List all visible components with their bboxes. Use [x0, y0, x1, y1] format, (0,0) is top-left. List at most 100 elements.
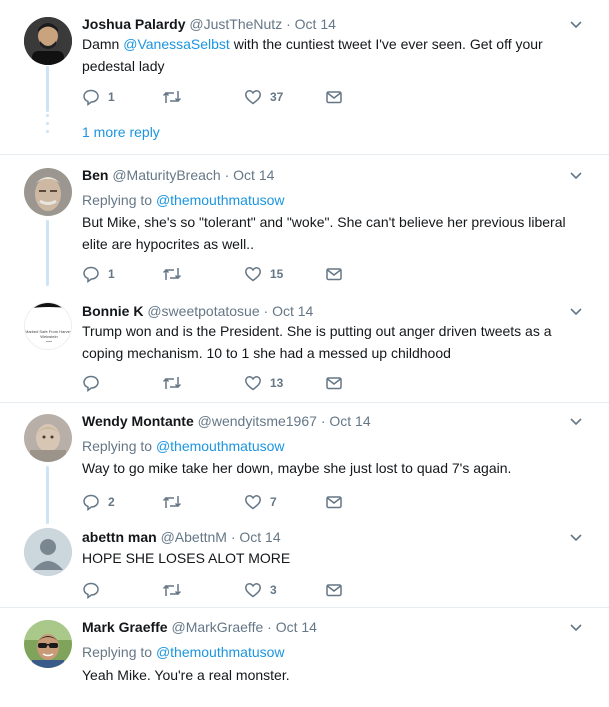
like-icon [244, 88, 262, 106]
more-replies-link[interactable]: 1 more reply [82, 124, 160, 140]
reply-button[interactable] [82, 580, 100, 600]
tweet-actions: 2 7 [82, 492, 382, 512]
user-handle[interactable]: @MaturityBreach [112, 167, 220, 183]
display-name[interactable]: Wendy Montante [82, 413, 194, 429]
like-button[interactable]: 13 [244, 373, 283, 393]
tweet-text: HOPE SHE LOSES ALOT MORE [82, 550, 291, 566]
message-icon [325, 581, 343, 599]
divider [0, 154, 609, 155]
chevron-down-icon[interactable] [569, 168, 583, 182]
like-button[interactable]: 37 [244, 87, 283, 107]
user-handle[interactable]: @sweetpotatosue [147, 303, 259, 319]
like-count: 7 [270, 495, 277, 509]
avatar[interactable] [24, 528, 72, 576]
display-name[interactable]: Joshua Palardy [82, 16, 186, 32]
display-name[interactable]: Ben [82, 167, 108, 183]
timestamp[interactable]: · Oct 14 [231, 529, 281, 545]
mention-link[interactable]: @VanessaSelbst [123, 36, 230, 52]
tweet-header: Mark Graeffe @MarkGraeffe · Oct 14 [82, 618, 317, 636]
avatar-caption-line: Weinstein [40, 334, 58, 339]
retweet-button[interactable] [162, 580, 182, 600]
reply-count: 2 [108, 495, 115, 509]
avatar[interactable] [24, 620, 72, 668]
reply-button[interactable]: 1 [82, 264, 115, 284]
chevron-down-icon[interactable] [569, 304, 583, 318]
message-button[interactable] [325, 492, 343, 512]
reply-icon [82, 493, 100, 511]
avatar[interactable] [24, 17, 72, 65]
retweet-button[interactable] [162, 264, 182, 284]
display-name[interactable]: Mark Graeffe [82, 619, 168, 635]
replying-to-link[interactable]: @themouthmatusow [156, 644, 285, 660]
tweet-text: Damn @VanessaSelbst with the cuntiest tw… [82, 36, 543, 74]
retweet-icon [162, 581, 182, 599]
thread-line [46, 66, 49, 112]
retweet-icon [162, 374, 182, 392]
reply-icon [82, 265, 100, 283]
reply-button[interactable] [82, 373, 100, 393]
message-button[interactable] [325, 87, 343, 107]
timestamp[interactable]: · Oct 14 [321, 413, 371, 429]
timestamp[interactable]: · Oct 14 [264, 303, 314, 319]
chevron-down-icon[interactable] [569, 530, 583, 544]
user-handle[interactable]: @JustTheNutz [189, 16, 282, 32]
tweet-actions: 1 15 [82, 264, 382, 284]
reply-button[interactable]: 2 [82, 492, 115, 512]
like-icon [244, 265, 262, 283]
tweet-header: Bonnie K @sweetpotatosue · Oct 14 [82, 302, 313, 320]
chevron-down-icon[interactable] [569, 414, 583, 428]
display-name[interactable]: abettn man [82, 529, 157, 545]
divider [0, 607, 609, 608]
tweet-text: Way to go mike take her down, maybe she … [82, 460, 512, 476]
like-icon [244, 581, 262, 599]
message-button[interactable] [325, 264, 343, 284]
display-name[interactable]: Bonnie K [82, 303, 143, 319]
tweet-text: Yeah Mike. You're a real monster. [82, 667, 290, 683]
like-count: 15 [270, 267, 284, 281]
reply-button[interactable]: 1 [82, 87, 115, 107]
replying-to-link[interactable]: @themouthmatusow [156, 192, 285, 208]
avatar[interactable] [24, 414, 72, 462]
replying-to: Replying to @themouthmatusow [82, 644, 285, 660]
thread-line [46, 220, 49, 286]
message-button[interactable] [325, 373, 343, 393]
avatar[interactable]: Marked Safe From Harvey Weinstein [24, 302, 72, 350]
message-button[interactable] [325, 580, 343, 600]
tweet-header: Joshua Palardy @JustTheNutz · Oct 14 [82, 15, 336, 33]
user-handle[interactable]: @MarkGraeffe [171, 619, 263, 635]
timestamp[interactable]: · Oct 14 [267, 619, 317, 635]
tweet-header: Wendy Montante @wendyitsme1967 · Oct 14 [82, 412, 371, 430]
tweet-actions: 3 [82, 580, 382, 600]
tweet-actions: 13 [82, 373, 382, 393]
like-count: 13 [270, 376, 284, 390]
like-button[interactable]: 3 [244, 580, 277, 600]
thread-line [46, 466, 49, 524]
reply-icon [82, 88, 100, 106]
thread-dots [46, 114, 49, 138]
timestamp[interactable]: · Oct 14 [225, 167, 275, 183]
like-button[interactable]: 15 [244, 264, 283, 284]
message-icon [325, 265, 343, 283]
replying-to-link[interactable]: @themouthmatusow [156, 438, 285, 454]
retweet-button[interactable] [162, 87, 182, 107]
retweet-icon [162, 493, 182, 511]
reply-icon [82, 374, 100, 392]
replying-to: Replying to @themouthmatusow [82, 192, 285, 208]
chevron-down-icon[interactable] [569, 17, 583, 31]
like-icon [244, 374, 262, 392]
like-count: 37 [270, 90, 284, 104]
message-icon [325, 88, 343, 106]
timestamp[interactable]: · Oct 14 [286, 16, 336, 32]
user-handle[interactable]: @AbettnM [161, 529, 227, 545]
reply-count: 1 [108, 90, 115, 104]
retweet-icon [162, 88, 182, 106]
like-button[interactable]: 7 [244, 492, 277, 512]
avatar[interactable] [24, 168, 72, 216]
user-handle[interactable]: @wendyitsme1967 [198, 413, 317, 429]
retweet-button[interactable] [162, 492, 182, 512]
retweet-button[interactable] [162, 373, 182, 393]
chevron-down-icon[interactable] [569, 620, 583, 634]
like-count: 3 [270, 583, 277, 597]
reply-icon [82, 581, 100, 599]
message-icon [325, 374, 343, 392]
